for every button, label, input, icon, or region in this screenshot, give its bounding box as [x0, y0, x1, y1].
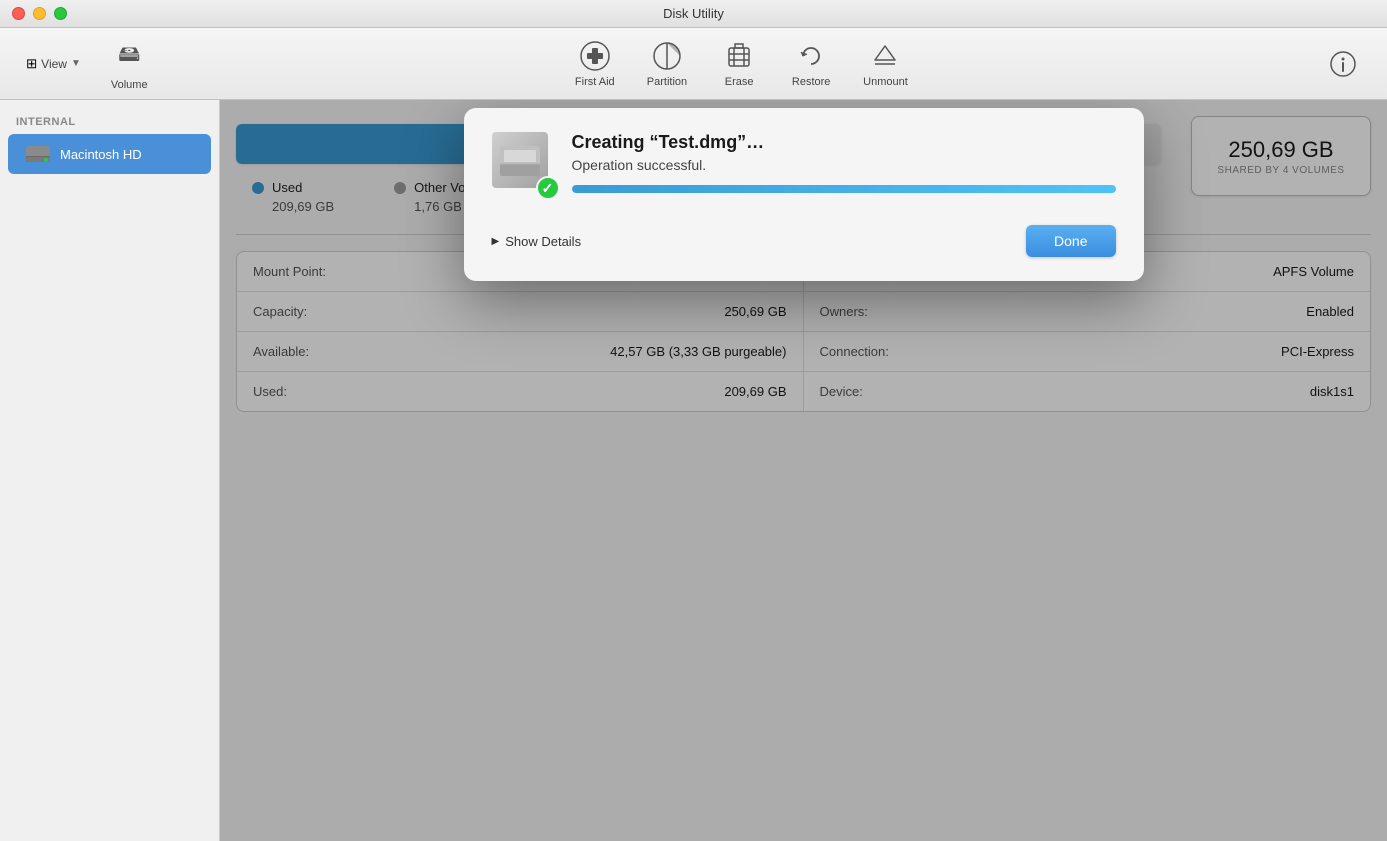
- minimize-button[interactable]: [33, 7, 46, 20]
- restore-label: Restore: [792, 76, 831, 88]
- unmount-icon: [869, 40, 901, 72]
- sidebar: Internal Macintosh HD: [0, 100, 220, 841]
- disk-name: Macintosh HD: [60, 147, 142, 162]
- partition-label: Partition: [647, 76, 687, 88]
- view-button[interactable]: ⊞ View ▼: [16, 50, 91, 78]
- unmount-label: Unmount: [863, 76, 908, 88]
- restore-button[interactable]: Restore: [779, 34, 843, 94]
- show-details-label: Show Details: [505, 234, 581, 249]
- sidebar-item-macintosh-hd[interactable]: Macintosh HD: [8, 134, 211, 174]
- partition-icon: [651, 40, 683, 72]
- dialog-header: ✓ Creating “Test.dmg”… Operation success…: [492, 132, 1116, 209]
- show-details-button[interactable]: ▶ Show Details: [492, 234, 582, 249]
- volume-add-icon: 🖴: [118, 37, 140, 75]
- first-aid-icon: [579, 40, 611, 72]
- first-aid-button[interactable]: First Aid: [563, 34, 627, 94]
- view-icon: ⊞: [26, 56, 37, 72]
- erase-label: Erase: [725, 76, 754, 88]
- success-badge: ✓: [536, 176, 560, 200]
- create-dmg-dialog: ✓ Creating “Test.dmg”… Operation success…: [464, 108, 1144, 281]
- toolbar: ⊞ View ▼ 🖴 Volume First Aid Partition: [0, 28, 1387, 100]
- erase-button[interactable]: Erase: [707, 34, 771, 94]
- dialog-footer: ▶ Show Details Done: [492, 225, 1116, 257]
- progress-bar-container: [572, 185, 1116, 193]
- maximize-button[interactable]: [54, 7, 67, 20]
- arrow-right-icon: ▶: [492, 236, 500, 247]
- dialog-title: Creating “Test.dmg”…: [572, 132, 1116, 153]
- main-layout: Internal Macintosh HD 250,69 GB SHARED B…: [0, 100, 1387, 841]
- restore-icon: [795, 40, 827, 72]
- dialog-overlay: ✓ Creating “Test.dmg”… Operation success…: [220, 100, 1387, 841]
- dialog-text-content: Creating “Test.dmg”… Operation successfu…: [572, 132, 1116, 209]
- sidebar-section-internal: Internal: [0, 112, 219, 132]
- content-area: 250,69 GB SHARED BY 4 VOLUMES Used 209,6…: [220, 100, 1387, 841]
- dialog-subtitle: Operation successful.: [572, 157, 1116, 173]
- view-label: View: [41, 57, 67, 71]
- close-button[interactable]: [12, 7, 25, 20]
- chevron-down-icon: ▼: [71, 58, 81, 69]
- title-bar: Disk Utility: [0, 0, 1387, 28]
- disk-icon: [24, 140, 52, 168]
- window-title: Disk Utility: [663, 6, 724, 21]
- info-button[interactable]: [1323, 44, 1363, 84]
- volume-label: Volume: [111, 79, 148, 91]
- progress-bar-fill: [572, 185, 1116, 193]
- first-aid-label: First Aid: [575, 76, 615, 88]
- dialog-disk-icon: ✓: [492, 132, 556, 196]
- done-button[interactable]: Done: [1026, 225, 1115, 257]
- unmount-button[interactable]: Unmount: [851, 34, 920, 94]
- volume-button[interactable]: 🖴 Volume: [99, 31, 160, 97]
- partition-button[interactable]: Partition: [635, 34, 699, 94]
- erase-icon: [723, 40, 755, 72]
- window-controls: [12, 7, 67, 20]
